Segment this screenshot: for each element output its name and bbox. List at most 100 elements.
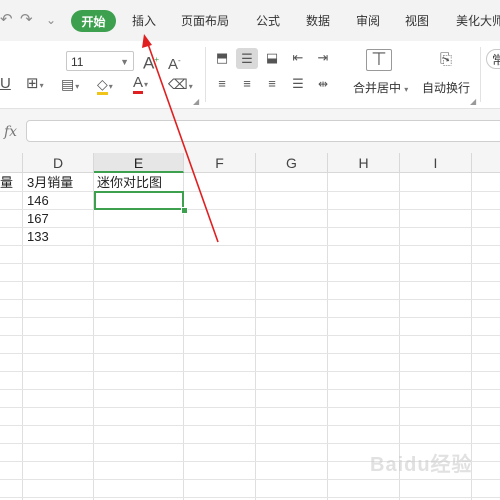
chevron-down-icon: ▼ bbox=[120, 57, 129, 67]
cell-d3[interactable]: 167 bbox=[27, 210, 49, 227]
column-header-j[interactable] bbox=[472, 153, 500, 173]
tab-view[interactable]: 视图 bbox=[405, 14, 429, 28]
column-header-i[interactable]: I bbox=[400, 153, 472, 173]
quick-access-dropdown-icon[interactable]: ⌄ bbox=[46, 12, 56, 28]
font-size-value: 11 bbox=[71, 55, 84, 69]
chevron-down-icon: ▾ bbox=[39, 81, 44, 90]
shrink-font-icon: A bbox=[168, 56, 179, 73]
grid-line bbox=[93, 173, 94, 500]
selected-cell-e2[interactable] bbox=[94, 191, 184, 210]
grid-line bbox=[327, 173, 328, 500]
grid-line bbox=[0, 191, 500, 192]
column-header-h[interactable]: H bbox=[328, 153, 400, 173]
menu-bar: ↶ ↷ ⌄ 开始 插入 页面布局 公式 数据 审阅 视图 美化大师 bbox=[0, 0, 500, 41]
ribbon-separator bbox=[205, 47, 206, 102]
watermark-text: Baidu经验 bbox=[370, 454, 473, 476]
chevron-down-icon: ▾ bbox=[402, 85, 409, 94]
wrap-text-icon[interactable]: ⎘ bbox=[433, 49, 459, 71]
grid-line bbox=[0, 299, 500, 300]
cell-style-icon: ▤ bbox=[61, 76, 75, 92]
grid-line bbox=[0, 371, 500, 372]
align-right-icon[interactable]: ≡ bbox=[262, 75, 282, 93]
grid-line bbox=[0, 353, 500, 354]
grid-line bbox=[0, 263, 500, 264]
chevron-down-icon: ▾ bbox=[188, 82, 193, 91]
ribbon-toolbar: 11 ▼ A+ A- U ⊞▾ ▤▾ ◇▾ A▾ ⌫▾ ◢ ⬒ ☰ ⬓ ⇤ ⇥ … bbox=[0, 41, 500, 109]
grid-line bbox=[0, 425, 500, 426]
clear-button[interactable]: ⌫▾ bbox=[168, 75, 193, 96]
grid-line bbox=[0, 317, 500, 318]
fill-handle[interactable] bbox=[181, 207, 188, 214]
grid-line bbox=[183, 173, 184, 500]
grid-line bbox=[0, 335, 500, 336]
align-middle-icon[interactable]: ☰ bbox=[236, 48, 258, 69]
distributed-align-icon[interactable]: ⇹ bbox=[313, 75, 333, 93]
cell-e1[interactable]: 迷你对比图 bbox=[97, 174, 162, 191]
grid-line bbox=[0, 407, 500, 408]
cell-style-button[interactable]: ▤▾ bbox=[61, 75, 79, 96]
grid-line bbox=[255, 173, 256, 500]
underline-icon[interactable]: U bbox=[0, 75, 11, 93]
cell-c1[interactable]: 量 bbox=[0, 174, 13, 191]
borders-button[interactable]: ⊞▾ bbox=[26, 75, 44, 95]
fill-color-button[interactable]: ◇▾ bbox=[97, 75, 113, 96]
fx-icon[interactable]: fx bbox=[4, 124, 17, 140]
column-header-d[interactable]: D bbox=[23, 153, 94, 173]
merge-center-icon[interactable]: ⊤ bbox=[366, 49, 392, 71]
column-header-c[interactable] bbox=[0, 153, 23, 173]
grow-font-button[interactable]: A+ bbox=[143, 51, 159, 73]
merge-center-button[interactable]: 合并居中 ▾ bbox=[353, 79, 408, 96]
justify-icon[interactable]: ☰ bbox=[288, 75, 308, 93]
tab-beautify[interactable]: 美化大师 bbox=[456, 14, 500, 28]
merge-center-label: 合并居中 bbox=[353, 81, 402, 95]
cell-d4[interactable]: 133 bbox=[27, 228, 49, 245]
ribbon-separator bbox=[480, 47, 481, 102]
grid-line bbox=[0, 281, 500, 282]
formula-bar: fx bbox=[0, 109, 500, 153]
formula-input[interactable] bbox=[26, 120, 500, 142]
cell-d2[interactable]: 146 bbox=[27, 192, 49, 209]
eraser-icon: ⌫ bbox=[168, 76, 188, 92]
grid-line bbox=[0, 497, 500, 498]
align-center-icon[interactable]: ≡ bbox=[236, 75, 258, 93]
baidu-watermark: Baidu经验 bbox=[370, 448, 495, 488]
font-size-select[interactable]: 11 ▼ bbox=[66, 51, 134, 71]
tab-review[interactable]: 审阅 bbox=[356, 14, 380, 28]
grid-line bbox=[0, 227, 500, 228]
redo-icon[interactable]: ↷ bbox=[20, 12, 33, 28]
font-dialog-launcher-icon[interactable]: ◢ bbox=[193, 97, 199, 106]
tab-start[interactable]: 开始 bbox=[71, 10, 116, 32]
grid-line bbox=[22, 173, 23, 500]
chevron-down-icon: ▾ bbox=[144, 80, 149, 89]
font-color-icon: A bbox=[133, 74, 144, 94]
paint-bucket-icon: ◇ bbox=[97, 76, 108, 95]
align-left-icon[interactable]: ≡ bbox=[212, 75, 232, 93]
undo-icon[interactable]: ↶ bbox=[0, 12, 13, 28]
grid-line bbox=[0, 389, 500, 390]
tab-insert[interactable]: 插入 bbox=[132, 14, 156, 28]
decrease-indent-icon[interactable]: ⇤ bbox=[288, 49, 308, 67]
tab-data[interactable]: 数据 bbox=[306, 14, 330, 28]
tab-formulas[interactable]: 公式 bbox=[256, 14, 280, 28]
alignment-dialog-launcher-icon[interactable]: ◢ bbox=[470, 97, 476, 106]
grid-line bbox=[0, 245, 500, 246]
number-format-select[interactable]: 常 bbox=[486, 49, 500, 69]
grow-font-icon: A bbox=[143, 53, 155, 73]
tab-page-layout[interactable]: 页面布局 bbox=[181, 14, 229, 28]
font-color-button[interactable]: A▾ bbox=[133, 74, 148, 94]
align-bottom-icon[interactable]: ⬓ bbox=[262, 49, 282, 67]
chevron-down-icon: ▾ bbox=[108, 82, 113, 91]
wrap-text-button[interactable]: 自动换行 bbox=[422, 79, 470, 96]
grid-line bbox=[0, 443, 500, 444]
increase-indent-icon[interactable]: ⇥ bbox=[313, 49, 333, 67]
border-grid-icon: ⊞ bbox=[26, 75, 39, 92]
grid-line bbox=[0, 209, 500, 210]
spreadsheet-grid[interactable]: D E F G H I 量 3月销量 迷你对比图 146 167 133 Bai… bbox=[0, 153, 500, 500]
align-top-icon[interactable]: ⬒ bbox=[212, 49, 232, 67]
column-header-f[interactable]: F bbox=[184, 153, 256, 173]
chevron-down-icon: ▾ bbox=[75, 82, 80, 91]
column-header-e[interactable]: E bbox=[94, 153, 184, 173]
cell-d1[interactable]: 3月销量 bbox=[27, 174, 73, 191]
shrink-font-button[interactable]: A- bbox=[168, 52, 181, 74]
column-header-g[interactable]: G bbox=[256, 153, 328, 173]
